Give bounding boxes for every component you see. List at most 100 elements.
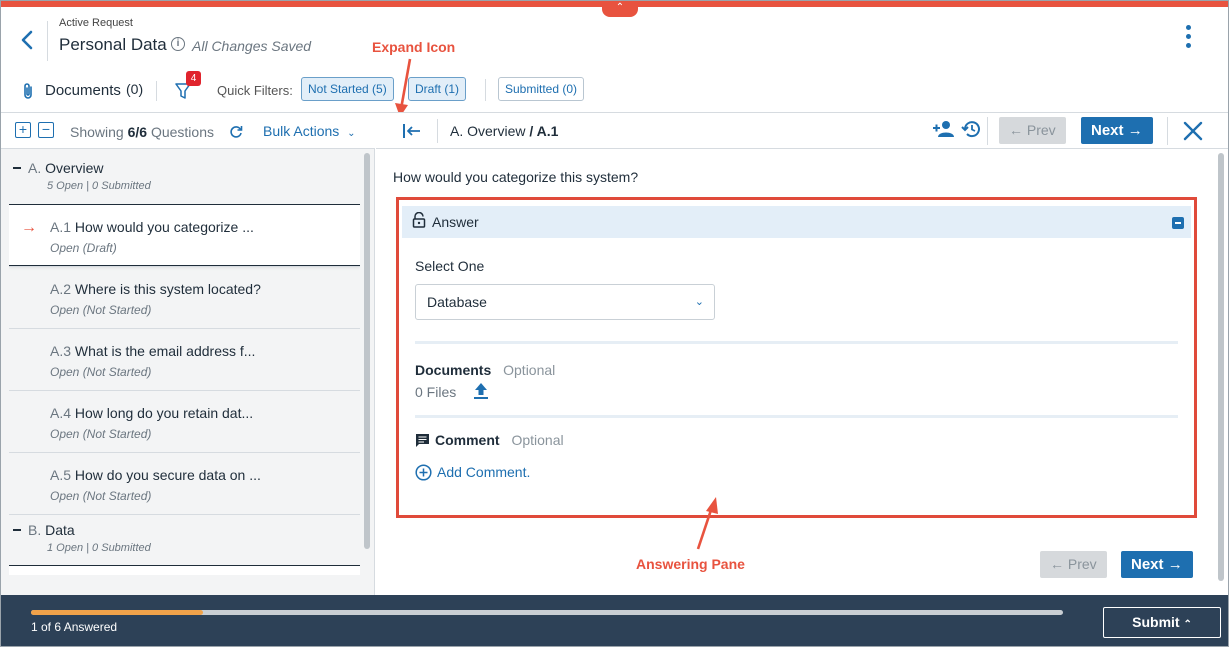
progress-fill	[31, 610, 204, 615]
expand-all-button[interactable]: +	[15, 122, 31, 138]
info-icon[interactable]: i	[171, 37, 185, 51]
prev-button-bottom[interactable]: ← Prev	[1040, 551, 1107, 578]
upload-icon[interactable]	[473, 382, 489, 400]
toolbar-divider	[156, 81, 157, 101]
current-arrow-icon: →	[21, 219, 37, 236]
documents-field-label: Documents Optional	[415, 362, 555, 378]
documents-label[interactable]: Documents	[45, 82, 121, 99]
lock-icon	[412, 212, 426, 228]
section-data[interactable]: B. Data 1 Open | 0 Submitted	[9, 514, 360, 565]
arrow-left-icon: ←	[1050, 556, 1064, 572]
save-status: All Changes Saved	[192, 38, 312, 54]
breadcrumb-divider	[437, 119, 438, 143]
question-status: Open (Draft)	[50, 241, 117, 255]
collapse-all-button[interactable]: −	[38, 122, 54, 138]
question-id: A.5	[50, 467, 72, 483]
prev-button-top[interactable]: ← Prev	[999, 117, 1066, 144]
history-icon[interactable]	[961, 119, 981, 139]
question-id: A.1	[50, 219, 72, 235]
question-id: A.4	[50, 405, 72, 421]
section-prefix: B.	[28, 522, 42, 538]
list-item[interactable]: A.3 What is the email address f... Open …	[9, 328, 360, 390]
right-scrollbar[interactable]	[1218, 153, 1224, 581]
showing-prefix: Showing	[70, 124, 124, 140]
answering-header: A. Overview / A.1 ← Prev Next →	[376, 113, 1228, 149]
comment-title: Comment	[435, 432, 500, 448]
question-text: How would you categorize this system?	[393, 169, 639, 185]
annotation-answering-pane: Answering Pane	[636, 556, 745, 572]
section-divider	[415, 341, 1178, 344]
breadcrumb: A. Overview / A.1	[450, 123, 558, 139]
page-header: Active Request Personal Data i All Chang…	[1, 7, 1228, 69]
close-divider	[1167, 117, 1168, 145]
list-item[interactable]: A.4 How long do you retain dat... Open (…	[9, 390, 360, 452]
bulk-actions-dropdown[interactable]: Bulk Actions ⌄	[263, 123, 356, 139]
section-prefix: A.	[28, 160, 42, 176]
annotation-arrow-icon	[696, 497, 718, 550]
breadcrumb-section[interactable]: A. Overview	[450, 123, 525, 139]
section-name: Overview	[45, 160, 104, 176]
comment-icon	[416, 434, 429, 447]
answer-header: Answer	[402, 206, 1191, 238]
chevron-down-icon: ⌄	[347, 128, 356, 139]
documents-title: Documents	[415, 362, 492, 378]
breadcrumb-item: A.1	[536, 123, 559, 139]
page-eyebrow: Active Request	[59, 17, 133, 29]
question-list-header: + − Showing 6/6 Questions Bulk Actions ⌄	[1, 113, 375, 149]
category-select[interactable]: Database ⌄	[415, 284, 715, 320]
assign-user-icon[interactable]	[932, 119, 956, 139]
chevron-down-icon: ⌄	[694, 296, 704, 308]
question-title: A.2 Where is this system located?	[50, 281, 261, 297]
progress-text: 1 of 6 Answered	[31, 620, 118, 634]
answer-card: Answer Select One Database ⌄ Documents O…	[396, 197, 1197, 518]
back-arrow-icon[interactable]	[17, 29, 39, 51]
next-button-bottom[interactable]: Next →	[1121, 551, 1193, 578]
collapse-icon[interactable]	[1172, 217, 1184, 229]
question-title: A.3 What is the email address f...	[50, 343, 255, 359]
section-overview[interactable]: A. Overview 5 Open | 0 Submitted	[9, 153, 360, 204]
optional-tag: Optional	[503, 362, 556, 378]
close-icon[interactable]	[1182, 120, 1204, 142]
arrow-left-icon: ←	[1009, 122, 1023, 138]
chip-submitted[interactable]: Submitted (0)	[498, 77, 585, 101]
showing-count: Showing 6/6 Questions	[70, 124, 214, 140]
question-id: A.2	[50, 281, 72, 297]
list-item[interactable]: A.2 Where is this system located? Open (…	[9, 266, 360, 328]
optional-tag: Optional	[511, 432, 564, 448]
next-button-top[interactable]: Next →	[1081, 117, 1153, 144]
documents-count: (0)	[126, 81, 144, 97]
submit-label: Submit	[1132, 614, 1180, 630]
annotation-expand-icon: Expand Icon	[372, 39, 456, 55]
refresh-icon[interactable]	[229, 125, 243, 139]
question-text: How do you secure data on ...	[74, 467, 261, 483]
arrow-right-icon: →	[1167, 556, 1183, 573]
add-comment-link[interactable]: Add Comment.	[437, 464, 530, 480]
section-collapse-icon[interactable]	[13, 529, 21, 531]
section-title: B. Data	[28, 522, 75, 538]
list-item[interactable]: → A.1 How would you categorize ... Open …	[9, 204, 360, 266]
showing-suffix: Questions	[150, 124, 214, 140]
chevron-up-icon: ⌃	[1183, 619, 1192, 630]
add-circle-icon[interactable]	[415, 464, 432, 481]
question-list: A. Overview 5 Open | 0 Submitted → A.1 H…	[9, 153, 360, 595]
progress-track	[31, 610, 1063, 615]
question-title: A.5 How do you secure data on ...	[50, 467, 261, 483]
submit-button[interactable]: Submit ⌃	[1103, 607, 1221, 638]
list-item[interactable]: A.5 How do you secure data on ... Open (…	[9, 452, 360, 514]
section-collapse-icon[interactable]	[13, 167, 21, 169]
expand-icon[interactable]	[402, 122, 422, 140]
kebab-icon[interactable]	[1181, 25, 1195, 53]
question-list-pane: + − Showing 6/6 Questions Bulk Actions ⌄…	[1, 113, 375, 595]
next-label: Next	[1131, 556, 1164, 573]
paperclip-icon[interactable]	[21, 82, 35, 100]
section-summary: 5 Open | 0 Submitted	[47, 180, 151, 192]
chip-not-started[interactable]: Not Started (5)	[301, 77, 394, 101]
page-title: Personal Data	[59, 35, 167, 54]
showing-number: 6/6	[127, 124, 148, 140]
documents-toolbar: Documents (0) 4 Quick Filters: Not Start…	[1, 69, 1228, 113]
left-scrollbar[interactable]	[364, 153, 370, 549]
question-text: How would you categorize ...	[74, 219, 254, 235]
chip-draft[interactable]: Draft (1)	[408, 77, 467, 101]
question-status: Open (Not Started)	[50, 489, 152, 503]
question-status: Open (Not Started)	[50, 303, 152, 317]
